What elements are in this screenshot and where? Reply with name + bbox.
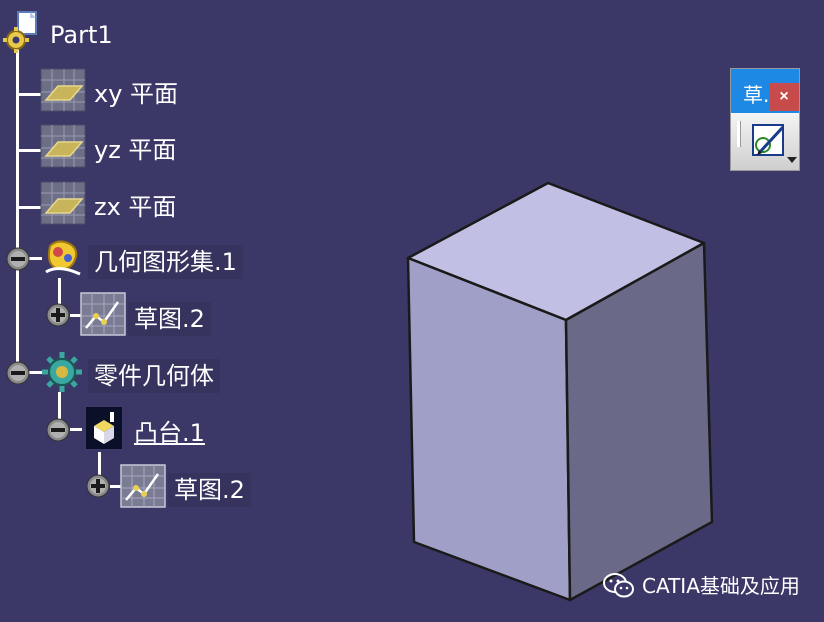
tree-node-label: yz 平面 xyxy=(94,136,177,164)
plane-icon xyxy=(40,181,86,225)
sketch-icon xyxy=(120,464,166,508)
pad-solid-top-face[interactable] xyxy=(406,181,706,322)
collapse-minus-icon[interactable] xyxy=(6,361,30,385)
pad-solid-side-face[interactable] xyxy=(564,241,714,602)
tree-node-label: 零件几何体 xyxy=(88,359,220,393)
tree-node-label: 草图.2 xyxy=(168,473,251,507)
part-body-gear-icon xyxy=(42,352,82,392)
wechat-icon xyxy=(603,573,634,598)
sketch-toolbar[interactable]: 草... × xyxy=(731,69,799,170)
pad-icon xyxy=(86,407,122,449)
toolbar-body xyxy=(731,113,799,170)
tree-branch-line xyxy=(16,206,42,209)
tree-node-label: 几何图形集.1 xyxy=(88,245,243,279)
tree-node-label: 草图.2 xyxy=(128,302,211,336)
tree-node-label: xy 平面 xyxy=(94,80,179,108)
toolbar-grip-handle[interactable] xyxy=(737,121,741,147)
collapse-minus-icon[interactable] xyxy=(46,418,70,442)
plane-icon xyxy=(40,68,86,112)
tree-branch-line xyxy=(16,93,42,96)
geometric-set-icon xyxy=(45,240,81,276)
expand-plus-icon[interactable] xyxy=(46,303,70,327)
sketcher-icon[interactable] xyxy=(751,121,791,161)
tree-node-label: zx 平面 xyxy=(94,193,177,221)
watermark-text: CATIA基础及应用 xyxy=(642,574,800,598)
tree-node-label: Part1 xyxy=(50,21,113,49)
expand-plus-icon[interactable] xyxy=(86,474,110,498)
pad-solid-front-face[interactable] xyxy=(406,256,572,602)
plane-icon xyxy=(40,124,86,168)
tree-branch-line xyxy=(16,149,42,152)
toolbar-close-button[interactable]: × xyxy=(769,83,799,111)
tree-node-label: 凸台.1 xyxy=(134,419,205,447)
collapse-minus-icon[interactable] xyxy=(6,247,30,271)
toolbar-title-bar[interactable]: 草... × xyxy=(731,69,799,113)
part-gear-icon xyxy=(3,11,37,53)
sketch-icon xyxy=(80,292,126,336)
toolbar-dropdown-arrow-icon[interactable] xyxy=(787,157,797,163)
